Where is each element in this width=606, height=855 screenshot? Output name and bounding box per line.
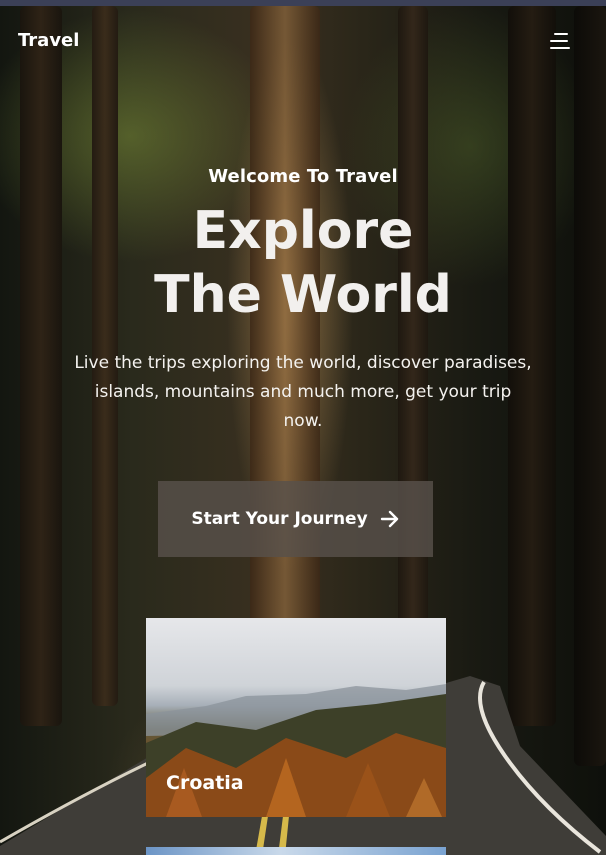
hero-description: Live the trips exploring the world, disc… (74, 353, 532, 431)
arrow-right-icon (380, 510, 398, 528)
welcome-text: Welcome To Travel (208, 166, 398, 187)
hamburger-menu-icon[interactable] (548, 31, 570, 51)
headline-line-2: The World (154, 265, 452, 325)
hero-content: Welcome To Travel Explore The World Live… (0, 166, 606, 436)
start-journey-label: Start Your Journey (191, 509, 368, 529)
headline-line-1: Explore (192, 201, 414, 261)
destination-card[interactable]: Croatia (146, 618, 446, 817)
page-title: Explore The World (0, 199, 606, 327)
destination-name: Croatia (166, 772, 244, 794)
destination-card-next[interactable] (146, 847, 446, 855)
start-journey-button[interactable]: Start Your Journey (158, 481, 433, 557)
site-logo[interactable]: Travel (18, 30, 79, 51)
